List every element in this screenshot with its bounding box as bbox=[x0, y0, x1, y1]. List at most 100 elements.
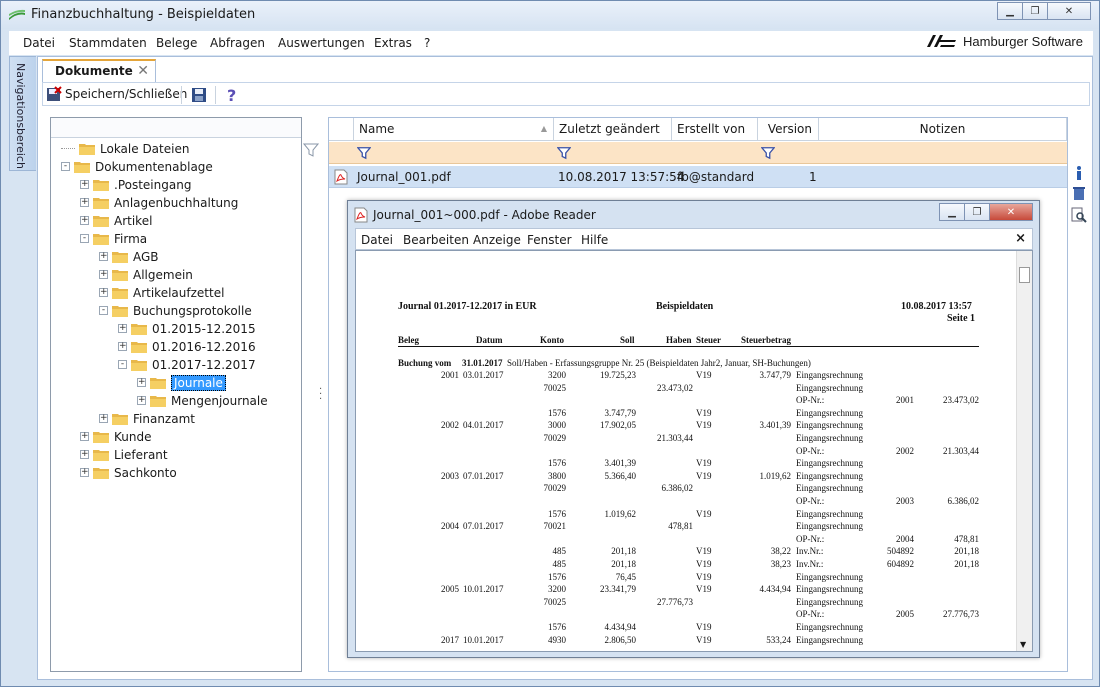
pdf-cell-op: OP-Nr.: bbox=[796, 533, 825, 544]
col-header-icon bbox=[329, 118, 354, 141]
tree-node-label: Lokale Dateien bbox=[100, 141, 190, 156]
reader-maximize-button[interactable]: ❐ bbox=[964, 203, 990, 221]
col-header-created-by[interactable]: Erstellt von bbox=[672, 118, 758, 141]
tree-filter-icon[interactable] bbox=[303, 142, 319, 158]
tree-node[interactable]: +01.2015-12.2015 bbox=[118, 320, 256, 337]
pdf-page-area[interactable]: Journal 01.2017-12.2017 in EUR Beispield… bbox=[355, 250, 1033, 652]
collapse-icon[interactable]: - bbox=[99, 306, 108, 315]
panel-splitter[interactable]: · · · bbox=[319, 385, 325, 405]
maximize-button[interactable]: ❐ bbox=[1022, 2, 1048, 20]
pdf-cell-datum: 10.01.2017 bbox=[463, 584, 504, 595]
tree-node[interactable]: + Mengenjournale bbox=[137, 392, 268, 409]
expand-icon[interactable]: + bbox=[118, 342, 127, 351]
menu-auswertungen[interactable]: Auswertungen bbox=[278, 36, 365, 50]
folder-icon bbox=[131, 323, 147, 335]
reader-menu-bearbeiten[interactable]: Bearbeiten bbox=[403, 233, 469, 247]
tree-node-label: Anlagenbuchhaltung bbox=[114, 195, 239, 210]
side-toolbar bbox=[1069, 165, 1089, 229]
tree-node-label: .Posteingang bbox=[114, 177, 192, 192]
expand-icon[interactable]: + bbox=[80, 198, 89, 207]
row-name: Journal_001.pdf bbox=[357, 170, 451, 184]
tree-node[interactable]: + Kunde bbox=[80, 428, 151, 445]
reader-menu-fenster[interactable]: Fenster bbox=[527, 233, 572, 247]
reader-menu-datei[interactable]: Datei bbox=[361, 233, 393, 247]
menu-belege[interactable]: Belege bbox=[156, 36, 197, 50]
svg-text:?: ? bbox=[227, 86, 236, 104]
expand-icon[interactable]: + bbox=[118, 324, 127, 333]
tree-node[interactable]: + .Posteingang bbox=[80, 176, 191, 193]
delete-icon[interactable] bbox=[1071, 185, 1087, 201]
tree-node[interactable]: - Buchungsprotokolle bbox=[99, 302, 252, 319]
folder-icon bbox=[112, 287, 128, 299]
tree-node[interactable]: + Artikelaufzettel bbox=[99, 284, 224, 301]
save-close-button[interactable]: Speichern/Schließen bbox=[46, 86, 187, 102]
filter-modified-icon[interactable] bbox=[557, 146, 571, 160]
tree-node[interactable]: + AGB bbox=[99, 248, 159, 265]
pdf-reader-window: Journal_001~000.pdf - Adobe Reader ▁ ❐ ✕… bbox=[347, 200, 1040, 658]
collapse-icon[interactable]: - bbox=[80, 234, 89, 243]
pdf-cell-text: Eingangsrechnung bbox=[796, 470, 863, 481]
tree-node[interactable]: + Sachkonto bbox=[80, 464, 177, 481]
minimize-button[interactable]: ▁ bbox=[997, 2, 1023, 20]
table-row[interactable]: Journal_001.pdf 10.08.2017 13:57:54 fb@s… bbox=[329, 166, 1067, 188]
expand-icon[interactable]: + bbox=[80, 468, 89, 477]
pdf-cell-op: OP-Nr.: bbox=[796, 445, 825, 456]
tab-dokumente[interactable]: Dokumente ✕ bbox=[42, 59, 156, 82]
tree-node[interactable]: - Dokumentenablage bbox=[61, 158, 213, 175]
reader-doc-close-button[interactable]: × bbox=[1015, 231, 1026, 246]
tree-node[interactable]: + Allgemein bbox=[99, 266, 193, 283]
navigation-tab[interactable]: Navigationsbereich bbox=[9, 56, 36, 171]
expand-icon[interactable]: + bbox=[99, 288, 108, 297]
scrollbar-thumb[interactable] bbox=[1019, 267, 1030, 283]
tree-node[interactable]: - Firma bbox=[80, 230, 147, 247]
menu-stammdaten[interactable]: Stammdaten bbox=[69, 36, 147, 50]
info-icon[interactable] bbox=[1073, 165, 1085, 181]
tree-node[interactable]: + Artikel bbox=[80, 212, 152, 229]
help-icon[interactable]: ? bbox=[225, 86, 239, 104]
tab-close-icon[interactable]: ✕ bbox=[137, 63, 149, 79]
tree-node[interactable]: - 01.2017-12.2017 bbox=[118, 356, 256, 373]
collapse-icon[interactable]: - bbox=[118, 360, 127, 369]
col-header-name[interactable]: Name ▲ bbox=[354, 118, 554, 141]
pdf-cell-konto: 485 bbox=[552, 559, 567, 569]
expand-icon[interactable]: + bbox=[80, 216, 89, 225]
reader-menu-anzeige[interactable]: Anzeige bbox=[473, 233, 521, 247]
expand-icon[interactable]: + bbox=[137, 396, 146, 405]
menu-abfragen[interactable]: Abfragen bbox=[210, 36, 265, 50]
col-header-notes[interactable]: Notizen bbox=[819, 118, 1067, 141]
pdf-cell-datum: 07.01.2017 bbox=[463, 521, 504, 532]
expand-icon[interactable]: + bbox=[80, 450, 89, 459]
reader-close-button[interactable]: ✕ bbox=[989, 203, 1033, 221]
scroll-down-icon[interactable]: ▼ bbox=[1020, 640, 1026, 649]
menu-datei[interactable]: Datei bbox=[23, 36, 55, 50]
save-icon[interactable] bbox=[191, 87, 207, 103]
expand-icon[interactable]: + bbox=[80, 180, 89, 189]
expand-icon[interactable]: + bbox=[99, 414, 108, 423]
expand-icon[interactable]: + bbox=[99, 252, 108, 261]
tree-node-label: Allgemein bbox=[133, 267, 193, 282]
col-header-version[interactable]: Version bbox=[758, 118, 819, 141]
expand-icon[interactable]: + bbox=[99, 270, 108, 279]
tree-node[interactable]: + Lieferant bbox=[80, 446, 168, 463]
close-button[interactable]: ✕ bbox=[1047, 2, 1091, 20]
filter-version-icon[interactable] bbox=[761, 146, 775, 160]
menu-extras[interactable]: Extras bbox=[374, 36, 412, 50]
tree-node-label: Finanzamt bbox=[133, 411, 195, 426]
pdf-cell-steuer: V19 bbox=[696, 546, 712, 557]
tree-node[interactable]: + Finanzamt bbox=[99, 410, 195, 427]
tree-node[interactable]: +01.2016-12.2016 bbox=[118, 338, 256, 355]
menu-help[interactable]: ? bbox=[424, 36, 430, 50]
collapse-icon[interactable]: - bbox=[61, 162, 70, 171]
preview-icon[interactable] bbox=[1071, 207, 1087, 223]
pdf-cell-text: Eingangsrechnung bbox=[796, 596, 863, 607]
tree-node[interactable]: Lokale Dateien bbox=[61, 140, 189, 157]
filter-name-icon[interactable] bbox=[357, 146, 371, 160]
expand-icon[interactable]: + bbox=[80, 432, 89, 441]
reader-minimize-button[interactable]: ▁ bbox=[939, 203, 965, 221]
tree-node[interactable]: + Journale bbox=[137, 374, 226, 391]
tree-node[interactable]: + Anlagenbuchhaltung bbox=[80, 194, 238, 211]
col-header-modified[interactable]: Zuletzt geändert bbox=[554, 118, 672, 141]
reader-menu-hilfe[interactable]: Hilfe bbox=[581, 233, 608, 247]
pdf-vertical-scrollbar[interactable]: ▼ bbox=[1016, 251, 1032, 651]
expand-icon[interactable]: + bbox=[137, 378, 146, 387]
